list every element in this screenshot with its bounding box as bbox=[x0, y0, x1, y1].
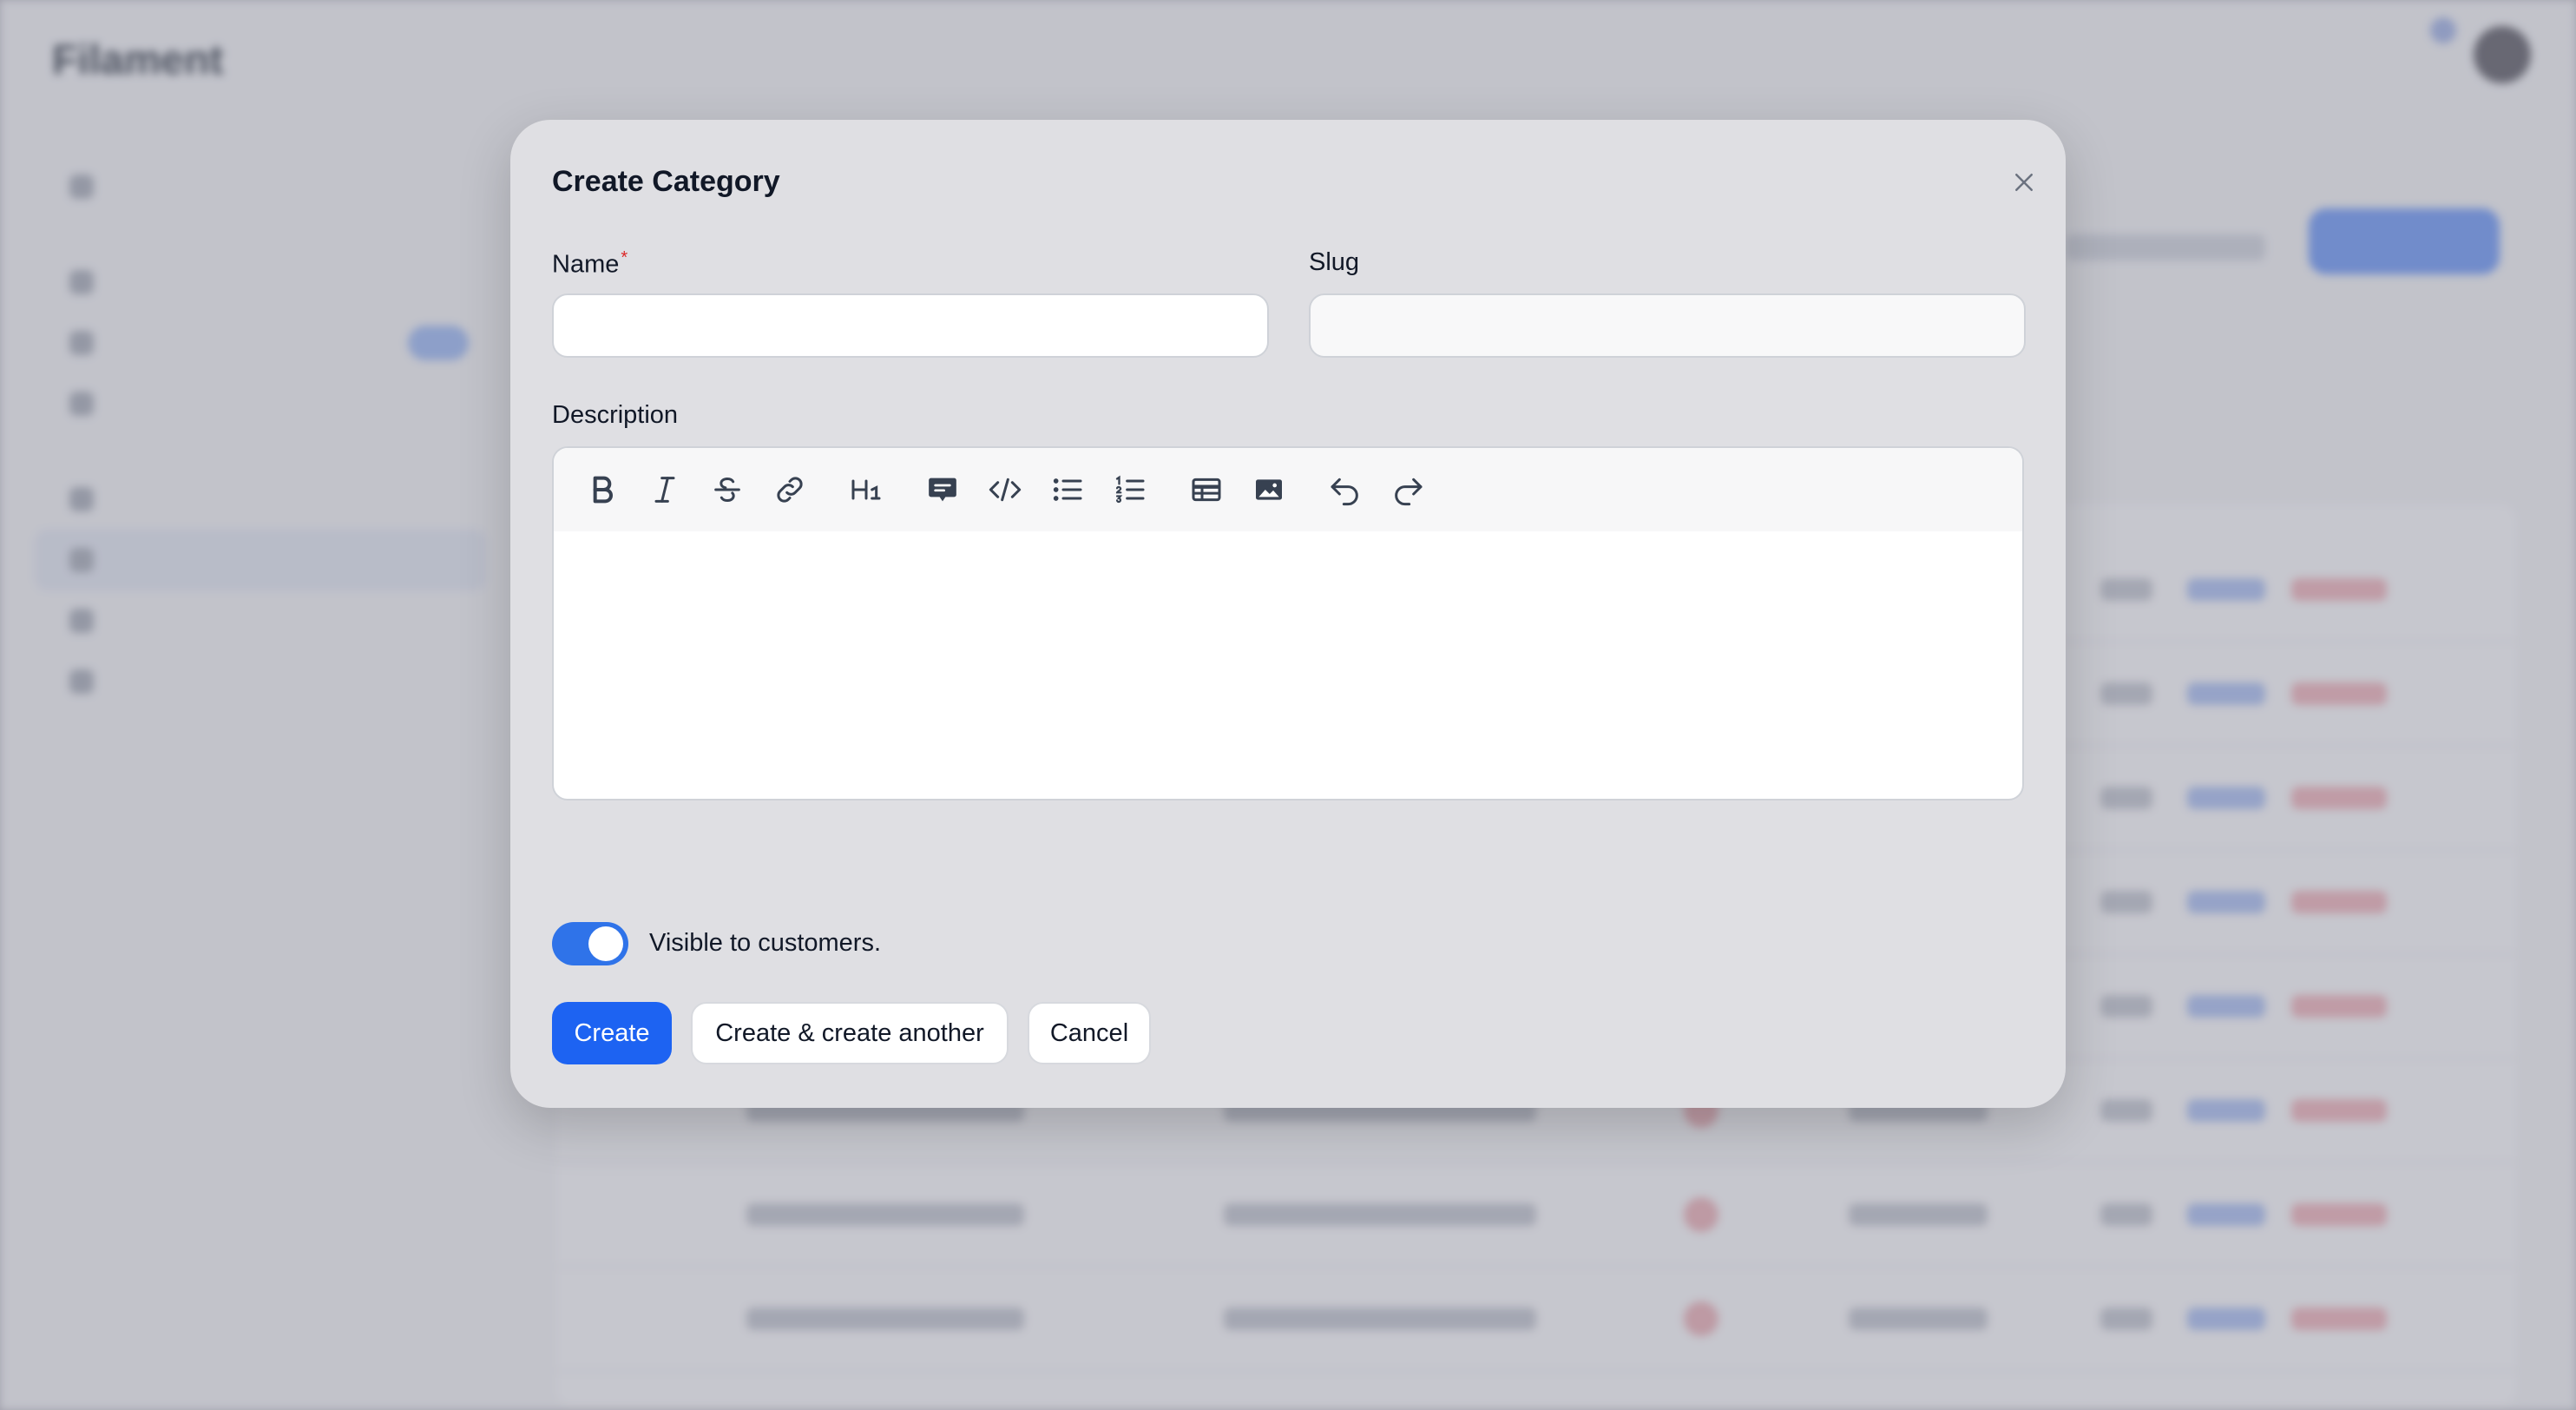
create-category-modal: Create Category Name* Slug Description bbox=[510, 120, 2066, 1108]
description-editor-content[interactable] bbox=[554, 531, 2022, 799]
close-icon bbox=[2015, 174, 2033, 191]
link-button[interactable] bbox=[764, 464, 816, 516]
toggle-knob bbox=[588, 926, 623, 961]
bold-icon bbox=[593, 476, 613, 504]
italic-icon bbox=[654, 477, 675, 503]
bold-button[interactable] bbox=[576, 464, 628, 516]
create-another-button[interactable]: Create & create another bbox=[691, 1002, 1009, 1064]
undo-button[interactable] bbox=[1319, 464, 1371, 516]
visible-toggle-label: Visible to customers. bbox=[649, 929, 882, 957]
strikethrough-button[interactable] bbox=[701, 464, 753, 516]
redo-button[interactable] bbox=[1382, 464, 1434, 516]
required-mark: * bbox=[621, 248, 628, 267]
bullet-list-icon bbox=[1053, 478, 1082, 501]
visible-toggle[interactable] bbox=[552, 922, 628, 965]
table-button[interactable] bbox=[1180, 464, 1232, 516]
description-label: Description bbox=[552, 401, 679, 429]
undo-icon bbox=[1331, 478, 1358, 506]
ordered-list-button[interactable] bbox=[1104, 464, 1156, 516]
name-input[interactable] bbox=[552, 293, 1269, 358]
heading-icon bbox=[851, 479, 881, 500]
description-editor bbox=[552, 446, 2024, 801]
image-icon bbox=[1256, 479, 1282, 500]
bullet-list-button[interactable] bbox=[1042, 464, 1094, 516]
blockquote-button[interactable] bbox=[917, 464, 969, 516]
heading-button[interactable] bbox=[840, 464, 892, 516]
code-block-button[interactable] bbox=[979, 464, 1031, 516]
editor-toolbar bbox=[554, 448, 2022, 531]
close-button[interactable] bbox=[1996, 155, 2052, 210]
create-button[interactable]: Create bbox=[552, 1002, 672, 1064]
modal-title: Create Category bbox=[552, 165, 780, 198]
ordered-list-icon bbox=[1115, 475, 1145, 504]
link-icon bbox=[777, 477, 803, 503]
strikethrough-icon bbox=[714, 477, 740, 503]
image-button[interactable] bbox=[1243, 464, 1295, 516]
name-label-text: Name bbox=[552, 250, 620, 279]
code-block-icon bbox=[989, 478, 1022, 502]
slug-label: Slug bbox=[1309, 248, 1360, 276]
name-label: Name * bbox=[552, 248, 628, 280]
redo-icon bbox=[1395, 478, 1423, 506]
blockquote-icon bbox=[929, 478, 956, 502]
cancel-button[interactable]: Cancel bbox=[1028, 1002, 1151, 1064]
table-icon bbox=[1192, 478, 1221, 502]
italic-button[interactable] bbox=[639, 464, 691, 516]
slug-input[interactable] bbox=[1309, 293, 2026, 358]
